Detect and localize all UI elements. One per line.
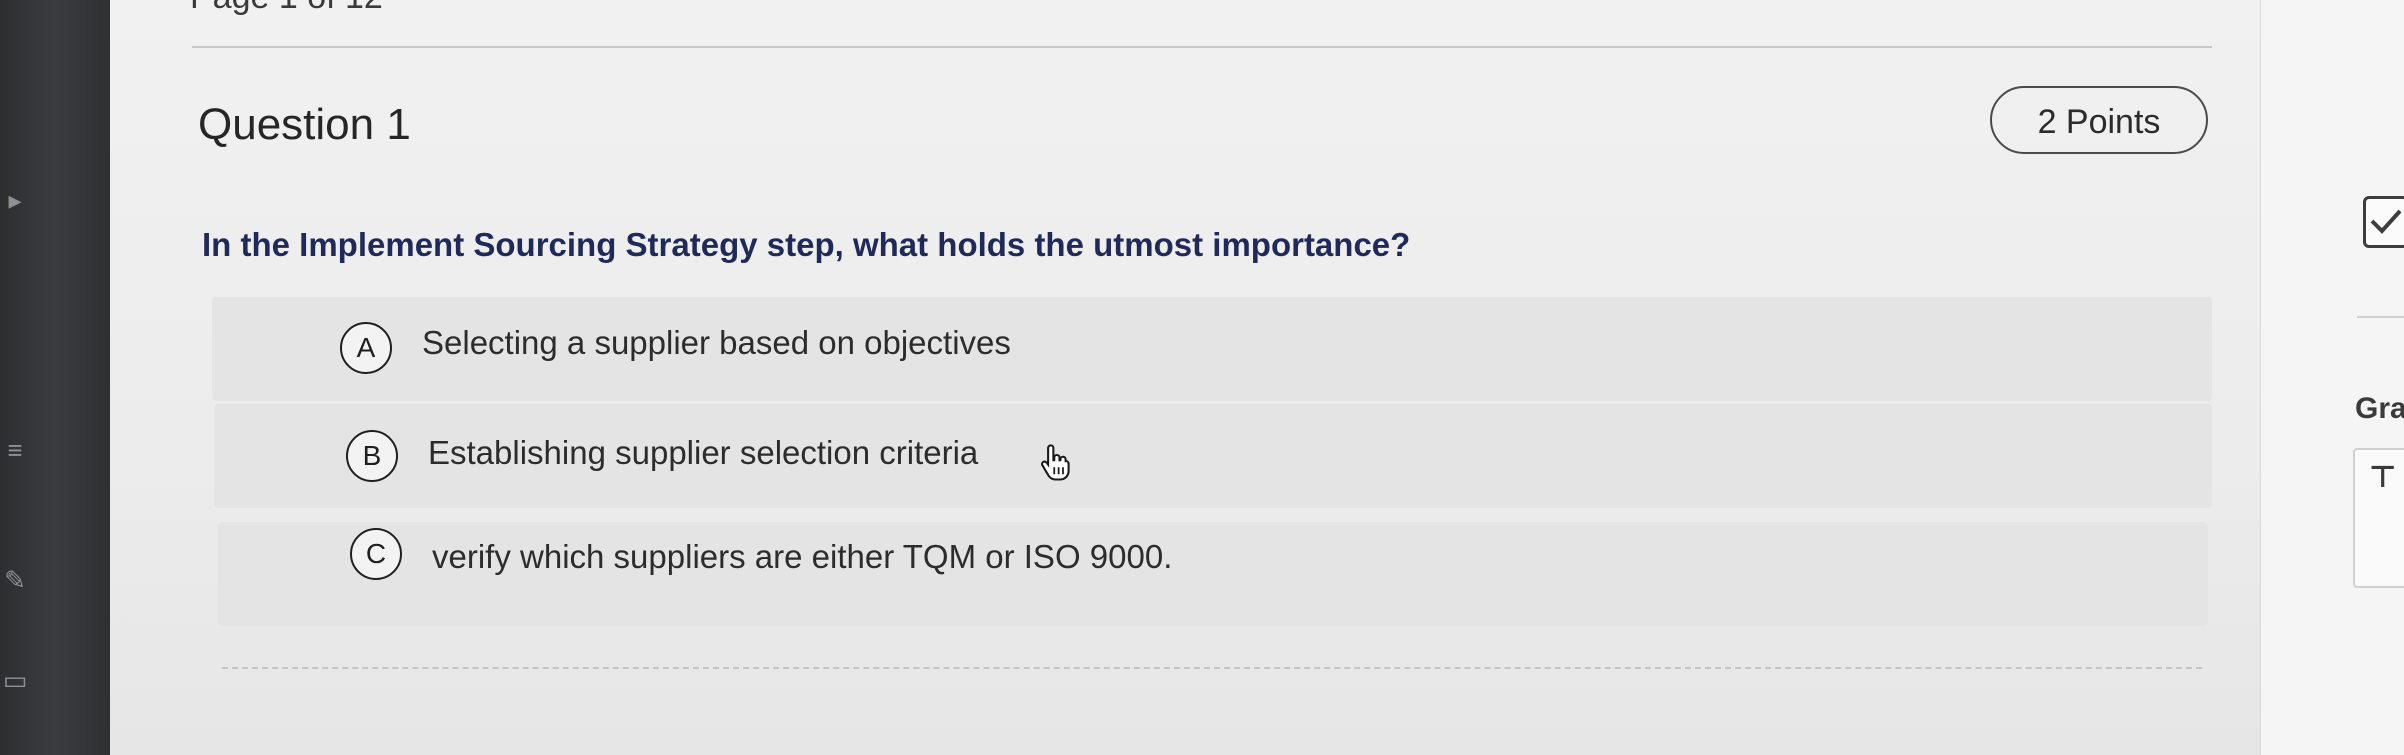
option-text: Selecting a supplier based on objectives xyxy=(422,324,1011,361)
bottom-divider xyxy=(222,667,2202,669)
page-counter: Page 1 of 12 xyxy=(190,0,383,17)
option-text: Establishing supplier selection criteria xyxy=(428,434,979,471)
edit-icon[interactable]: ✎ xyxy=(0,560,30,600)
checkbox-checked-icon[interactable] xyxy=(2363,196,2404,248)
option-letter-badge: B xyxy=(346,430,398,482)
collapse-icon[interactable]: ▸ xyxy=(0,180,30,220)
left-sidebar: ▸ ≡ ✎ ▭ xyxy=(0,0,110,755)
gradebook-icon: ⊤ xyxy=(2369,461,2397,494)
check-mark-icon xyxy=(2370,209,2402,234)
window-icon[interactable]: ▭ xyxy=(0,660,30,700)
answer-option-b[interactable]: B Establishing supplier selection criter… xyxy=(214,404,2212,508)
panel-label: Gra xyxy=(2355,392,2404,425)
answer-option-c[interactable]: C verify which suppliers are either TQM … xyxy=(218,522,2208,626)
option-letter-badge: C xyxy=(350,528,402,580)
hand-pointer-icon xyxy=(1040,444,1070,481)
question-panel: Page 1 of 12 Question 1 2 Points In the … xyxy=(110,0,2260,755)
top-divider xyxy=(192,46,2212,48)
question-title: Question 1 xyxy=(198,100,411,149)
right-panel: Gra ⊤ xyxy=(2260,0,2404,755)
list-icon[interactable]: ≡ xyxy=(0,430,30,470)
answer-option-a[interactable]: A Selecting a supplier based on objectiv… xyxy=(212,297,2212,401)
gradebook-card[interactable]: ⊤ xyxy=(2353,448,2404,588)
points-badge: 2 Points xyxy=(1990,86,2208,154)
question-prompt: In the Implement Sourcing Strategy step,… xyxy=(202,226,1411,263)
panel-divider xyxy=(2357,316,2404,318)
option-text: verify which suppliers are either TQM or… xyxy=(432,538,1173,575)
option-letter-badge: A xyxy=(340,322,392,374)
